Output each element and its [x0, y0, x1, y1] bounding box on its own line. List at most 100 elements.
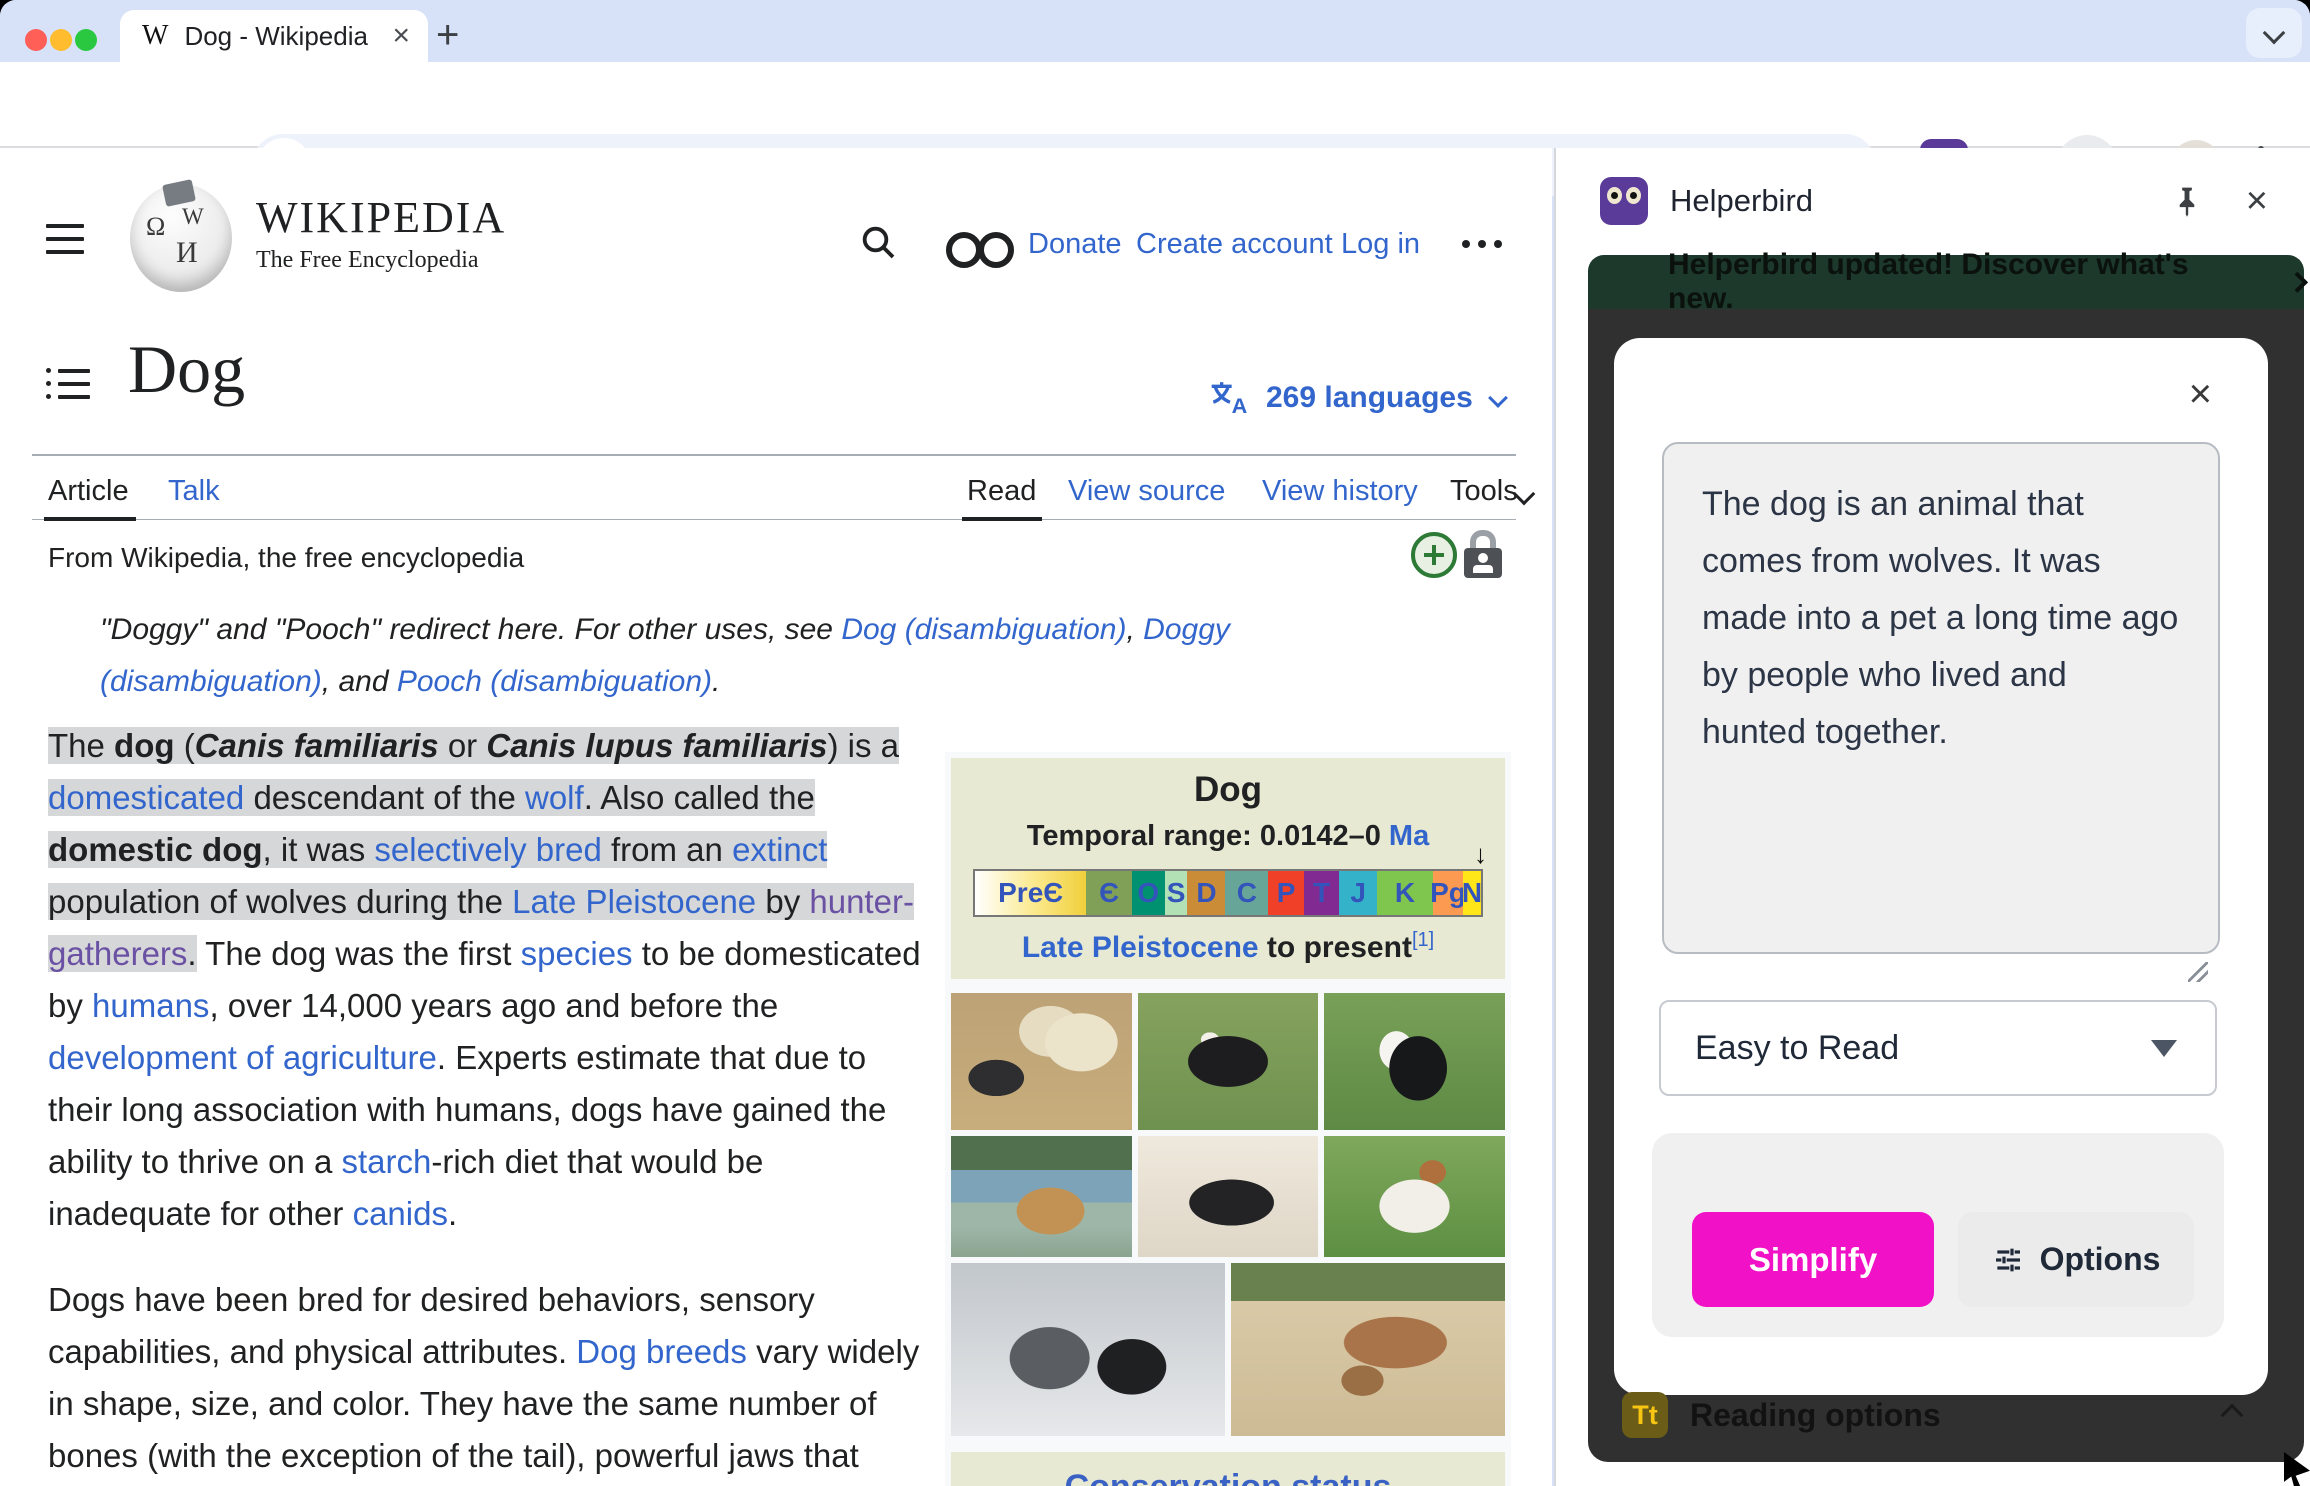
era-segment[interactable]: S	[1164, 871, 1188, 915]
era-segment[interactable]: T	[1303, 871, 1340, 915]
page-title: Dog	[128, 331, 246, 407]
wiki-link[interactable]: species	[521, 935, 633, 972]
sled-dogs-in-snow-photo[interactable]	[951, 1263, 1225, 1436]
chevron-down-icon	[2262, 21, 2286, 45]
chevron-up-icon	[2220, 1403, 2244, 1427]
black-and-white-dog-photo[interactable]	[1137, 993, 1319, 1130]
era-segment[interactable]: P	[1268, 871, 1304, 915]
helperbird-side-panel: Helperbird × Helperbird updated! Discove…	[1554, 148, 2310, 1486]
reading-options-row[interactable]: Tt Reading options	[1622, 1384, 2270, 1446]
wiki-link[interactable]: Late Pleistocene	[512, 883, 757, 920]
tab-talk[interactable]: Talk	[168, 475, 220, 508]
wiki-link[interactable]: humans	[92, 987, 209, 1024]
wikipedia-page: Ω W И WIKIPEDIA The Free Encyclopedia Do…	[0, 148, 1552, 1486]
wiki-link[interactable]: selectively bred	[374, 831, 602, 868]
tab-article[interactable]: Article	[48, 475, 129, 508]
text-segment: The	[48, 727, 115, 764]
herding-dog-with-sheep-photo[interactable]	[951, 993, 1132, 1130]
text-segment: dog	[114, 727, 175, 764]
wiki-link[interactable]: wolf	[525, 779, 584, 816]
text-segment: .	[712, 665, 721, 698]
close-card-icon[interactable]: ×	[2189, 372, 2212, 417]
close-panel-icon[interactable]: ×	[2246, 180, 2268, 223]
languages-button[interactable]: A 269 languages	[1208, 378, 1508, 418]
appearance-icon[interactable]	[946, 232, 1014, 268]
svg-text:A: A	[1232, 393, 1248, 418]
wikipedia-wordmark[interactable]: WIKIPEDIA The Free Encyclopedia	[256, 192, 506, 274]
side-panel-title: Helperbird	[1670, 183, 1814, 218]
taxobox-header: Dog Temporal range: 0.0142–0 Ma ↓ PreЄ Є O…	[951, 758, 1505, 979]
traffic-close-button[interactable]	[25, 29, 47, 51]
chevron-down-icon	[1487, 388, 1508, 408]
search-icon[interactable]	[858, 222, 898, 262]
pin-icon[interactable]	[2172, 184, 2202, 218]
text-segment: by	[756, 883, 810, 920]
wiki-link[interactable]: Late Pleistocene	[1022, 931, 1259, 964]
tab-close-icon[interactable]: ×	[392, 19, 410, 53]
tab-view-source[interactable]: View source	[1068, 475, 1225, 508]
wiki-link[interactable]: starch	[342, 1143, 432, 1180]
text-segment: from an	[601, 831, 733, 868]
login-link[interactable]: Log in	[1341, 228, 1420, 261]
options-button[interactable]: Options	[1958, 1212, 2194, 1307]
era-segment[interactable]: Pg	[1430, 871, 1466, 915]
era-segment[interactable]: Є	[1086, 871, 1132, 915]
taxobox: Dog Temporal range: 0.0142–0 Ma ↓ PreЄ Є O…	[945, 752, 1511, 1486]
simplify-button[interactable]: Simplify	[1692, 1212, 1934, 1307]
era-segment[interactable]: N	[1462, 871, 1482, 915]
ma-link[interactable]: Ma	[1389, 820, 1429, 852]
era-segment[interactable]: D	[1187, 871, 1226, 915]
main-menu-hamburger-button[interactable]	[46, 224, 84, 263]
article-tabs: Article Talk Read View source View histo…	[0, 466, 1552, 521]
simplified-text-area[interactable]: The dog is an animal that comes from wol…	[1662, 442, 2220, 954]
wiki-link[interactable]: Dog breeds	[576, 1333, 747, 1370]
era-segment[interactable]: O	[1131, 871, 1165, 915]
era-segment[interactable]: C	[1225, 871, 1269, 915]
era-segment[interactable]: J	[1339, 871, 1378, 915]
reading-level-select[interactable]: Easy to Read	[1659, 1000, 2217, 1096]
text-segment: , it was	[262, 831, 375, 868]
traffic-zoom-button[interactable]	[75, 29, 97, 51]
jack-russell-terrier-photo[interactable]	[1324, 1136, 1506, 1257]
era-segment[interactable]: K	[1377, 871, 1433, 915]
translate-icon: A	[1211, 382, 1248, 418]
resize-handle[interactable]	[2188, 962, 2208, 982]
street-dog-nursing-puppies-photo[interactable]	[1231, 1263, 1505, 1436]
tab-read[interactable]: Read	[967, 475, 1036, 508]
toc-icon[interactable]	[46, 368, 90, 407]
wiki-link[interactable]: canids	[353, 1195, 448, 1232]
tab-search-button[interactable]	[2246, 8, 2302, 58]
second-paragraph: Dogs have been bred for desired behavior…	[48, 1274, 928, 1482]
personal-tools-menu[interactable]	[1462, 240, 1502, 248]
watchlist-add-icon[interactable]	[1411, 532, 1457, 578]
wiki-link[interactable]: Pooch (disambiguation)	[397, 665, 712, 698]
update-banner[interactable]: Helperbird updated! Discover what's new.	[1588, 248, 2308, 315]
text-segment: The dog was the first	[196, 935, 521, 972]
lead-paragraph: The dog (Canis familiaris or Canis lupus…	[48, 720, 928, 1240]
text-segment: , and	[321, 665, 397, 698]
era-segment[interactable]: PreЄ	[975, 871, 1087, 915]
wiki-link[interactable]: domesticated	[48, 779, 245, 816]
text-format-icon: Tt	[1622, 1392, 1668, 1438]
tab-view-history[interactable]: View history	[1262, 475, 1418, 508]
hatnote: "Doggy" and "Pooch" redirect here. For o…	[100, 604, 1370, 708]
text-segment: or	[438, 727, 487, 764]
japanese-chin-photo[interactable]	[1324, 993, 1506, 1130]
tools-menu[interactable]: Tools	[1450, 475, 1518, 508]
wiki-link[interactable]: Dog (disambiguation)	[841, 613, 1126, 646]
text-segment: "Doggy" and "Pooch" redirect here. For o…	[100, 613, 842, 646]
site-subtitle: From Wikipedia, the free encyclopedia	[48, 542, 525, 573]
create-account-link[interactable]: Create account	[1136, 228, 1333, 261]
wiki-link[interactable]: extinct	[732, 831, 828, 868]
browser-tab[interactable]: W Dog - Wikipedia ×	[120, 10, 428, 62]
black-labrador-in-snow-photo[interactable]	[1137, 1136, 1319, 1257]
new-tab-button[interactable]: +	[436, 15, 459, 55]
traffic-minimize-button[interactable]	[50, 29, 72, 51]
wikipedia-globe-logo[interactable]: Ω W И	[130, 179, 232, 292]
wiki-link[interactable]: development of agriculture	[48, 1039, 437, 1076]
golden-retriever-in-water-photo[interactable]	[951, 1136, 1132, 1257]
tab-strip: W Dog - Wikipedia × +	[0, 0, 2310, 62]
donate-link[interactable]: Donate	[1028, 228, 1122, 261]
text-segment: Canis familiaris	[194, 727, 439, 764]
page-protection-lock-icon	[1464, 530, 1502, 578]
